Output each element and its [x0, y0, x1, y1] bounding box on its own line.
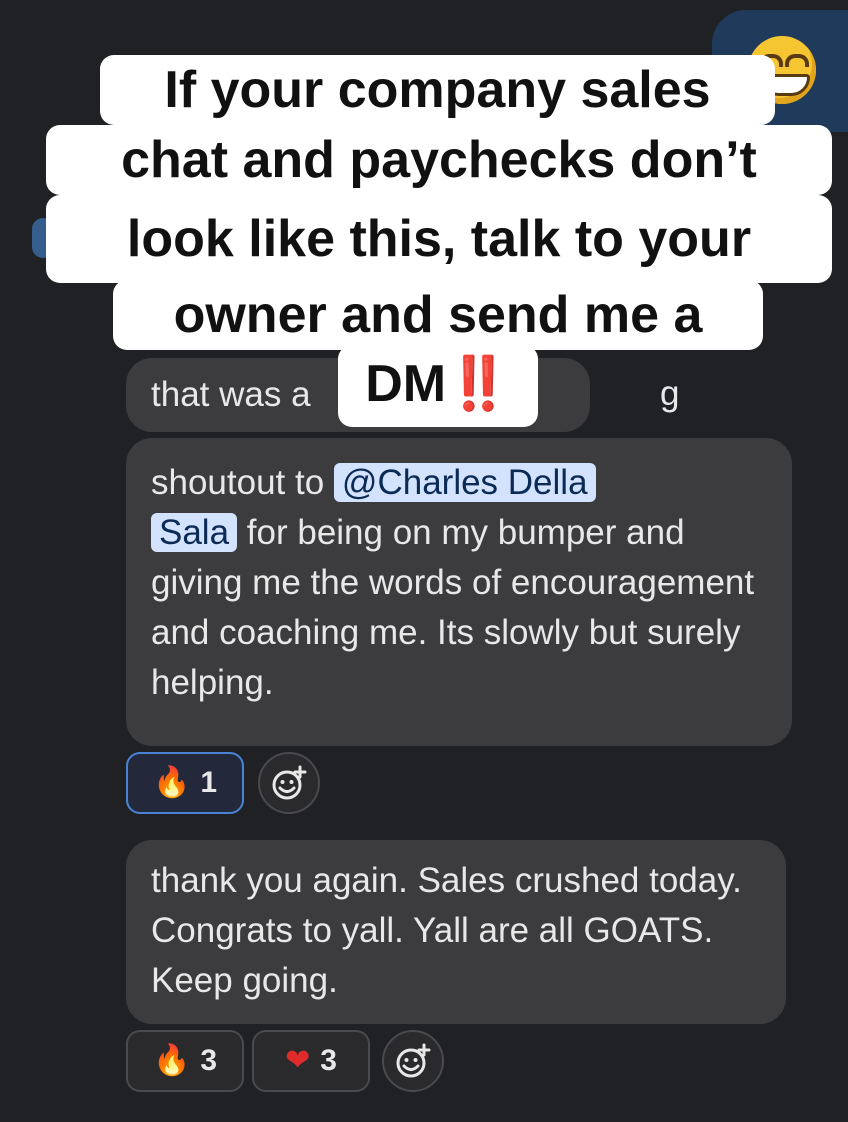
add-emoji-icon	[396, 1043, 431, 1078]
reaction-count: 3	[320, 1044, 337, 1077]
heart-icon: ❤	[285, 1044, 311, 1077]
reaction-chip[interactable]: ❤ 3	[252, 1030, 370, 1092]
message-text: shoutout to @Charles Della Sala for being…	[151, 463, 755, 702]
add-emoji-icon	[272, 765, 307, 800]
user-mention[interactable]: Sala	[151, 513, 238, 552]
reaction-count: 3	[200, 1044, 218, 1077]
message-text: thank you again. Sales crushed today. Co…	[151, 861, 742, 1000]
reaction-chip[interactable]: 🔥 3	[126, 1030, 244, 1092]
message-bubble[interactable]: shoutout to @Charles Della Sala for being…	[126, 438, 792, 746]
reaction-chip[interactable]: 🔥 1	[126, 752, 244, 814]
message-bubble[interactable]: thank you again. Sales crushed today. Co…	[126, 840, 786, 1024]
add-reaction-button[interactable]	[382, 1030, 444, 1092]
caption-line: chat and paychecks don’t	[46, 125, 832, 195]
message-text: that was a	[151, 375, 311, 414]
message-text: g	[660, 374, 680, 413]
avatar[interactable]	[32, 218, 54, 258]
add-reaction-button[interactable]	[258, 752, 320, 814]
fire-icon: 🔥	[152, 1044, 191, 1077]
fire-icon: 🔥	[152, 766, 191, 799]
reaction-count: 1	[200, 766, 218, 799]
grinning-face-icon	[748, 36, 816, 104]
caption-line: owner and send me a	[113, 280, 763, 350]
message-bubble[interactable]: that was a g	[126, 358, 679, 432]
caption-line: If your company sales	[100, 55, 775, 125]
caption-line: look like this, talk to your	[46, 195, 832, 283]
user-mention[interactable]: @Charles Della	[333, 463, 596, 502]
